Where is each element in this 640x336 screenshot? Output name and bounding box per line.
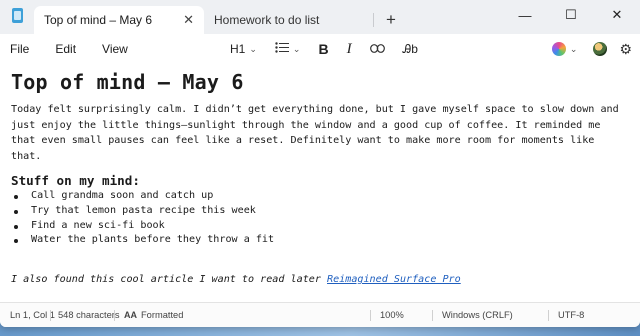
formatting-mode[interactable]: AA Formatted (124, 310, 183, 320)
title-bar: Top of mind – May 6 ✕ Homework to do lis… (0, 0, 640, 34)
list-item: Call grandma soon and catch up (11, 189, 629, 204)
maximize-button[interactable]: ☐ (548, 0, 594, 30)
bullet-list: Call grandma soon and catch up Try that … (11, 189, 629, 248)
window-controls: — ☐ ✕ (502, 0, 640, 30)
minimize-button[interactable]: — (502, 0, 548, 30)
status-bar: Ln 1, Col 1 548 characters AA Formatted 1… (0, 302, 640, 327)
document-paragraph: Today felt surprisingly calm. I didn’t g… (11, 104, 619, 162)
clear-formatting-button[interactable]: Ꭿb (403, 42, 418, 57)
italic-button[interactable]: I (347, 41, 352, 58)
account-avatar[interactable] (593, 42, 608, 56)
menu-view[interactable]: View (92, 42, 138, 56)
list-item: Try that lemon pasta recipe this week (11, 204, 629, 219)
zoom-level[interactable]: 100% (380, 310, 404, 320)
heading-label: H1 (230, 42, 246, 56)
list-dropdown[interactable]: ⌄ (275, 42, 301, 56)
close-button[interactable]: ✕ (594, 0, 640, 30)
right-tools: ⌄ ⚙ (551, 34, 632, 64)
chevron-down-icon[interactable]: ⌄ (570, 44, 578, 55)
encoding[interactable]: UTF-8 (558, 310, 584, 320)
menu-edit[interactable]: Edit (45, 42, 86, 56)
heading-dropdown[interactable]: H1 ⌄ (230, 42, 257, 56)
document-title: Top of mind – May 6 (11, 70, 244, 94)
new-tab-button[interactable]: + (386, 11, 396, 28)
menu-file[interactable]: File (0, 42, 39, 56)
formatting-mode-label: Formatted (141, 310, 184, 320)
notepad-window: Top of mind – May 6 ✕ Homework to do lis… (0, 0, 640, 327)
notepad-app-icon (10, 8, 26, 26)
format-toolbar: H1 ⌄ ⌄ B I Ꭿb (230, 34, 436, 64)
subheading: Stuff on my mind: (11, 173, 140, 188)
bold-button[interactable]: B (318, 41, 328, 57)
link-icon (369, 42, 385, 56)
document-editor[interactable]: Top of mind – May 6 Today felt surprisin… (0, 64, 640, 285)
tab-title: Top of mind – May 6 (44, 13, 153, 27)
settings-gear-icon[interactable]: ⚙ (619, 41, 632, 58)
tab-close-icon[interactable]: ✕ (183, 12, 194, 28)
tab-top-of-mind[interactable]: Top of mind – May 6 ✕ (34, 6, 204, 34)
cursor-position: Ln 1, Col 1 (10, 310, 55, 320)
note-text: I also found this cool article I want to… (11, 274, 328, 286)
line-endings[interactable]: Windows (CRLF) (442, 310, 513, 320)
list-icon (275, 42, 289, 56)
text-format-icon: AA (124, 310, 137, 320)
tab-homework[interactable]: Homework to do list (204, 6, 374, 34)
tab-title: Homework to do list (214, 13, 320, 27)
article-link[interactable]: Reimagined Surface Pro (327, 274, 461, 285)
list-item: Find a new sci-fi book (11, 219, 629, 234)
link-button[interactable] (369, 42, 385, 56)
character-count: 548 characters (58, 310, 120, 320)
list-item: Water the plants before they throw a fit (11, 233, 629, 248)
toolbar: File Edit View H1 ⌄ ⌄ B I Ꭿb ⌄ ⚙ (0, 34, 640, 64)
copilot-icon[interactable] (551, 42, 566, 56)
chevron-down-icon: ⌄ (249, 43, 257, 54)
article-note: I also found this cool article I want to… (11, 274, 629, 285)
chevron-down-icon: ⌄ (292, 43, 301, 54)
